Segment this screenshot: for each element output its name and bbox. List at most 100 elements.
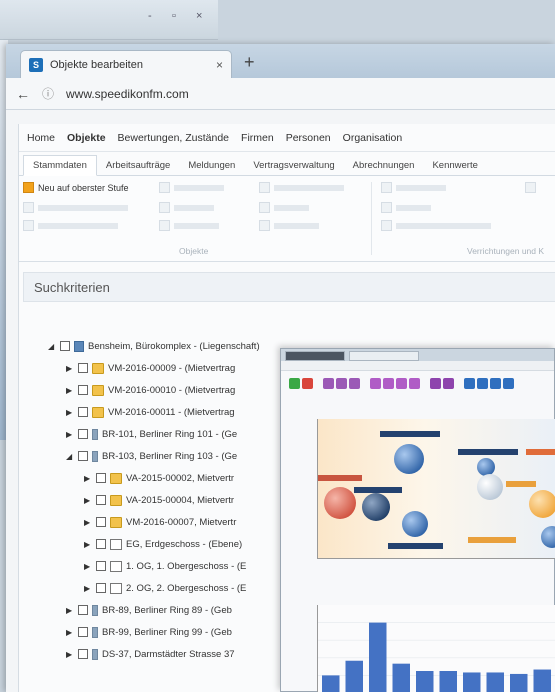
tree-checkbox[interactable] bbox=[78, 429, 88, 439]
search-criteria-header[interactable]: Suchkriterien bbox=[23, 272, 555, 302]
expand-arrow-icon[interactable]: ▶ bbox=[66, 364, 74, 373]
expand-arrow-icon[interactable]: ▶ bbox=[84, 540, 92, 549]
ribbon-panel: Neu auf oberster Stufe Objekte Verrichtu… bbox=[19, 176, 555, 262]
menu-item-objekte[interactable]: Objekte bbox=[67, 132, 106, 144]
tab-close-icon[interactable]: × bbox=[216, 58, 223, 72]
filter-icon[interactable] bbox=[323, 377, 334, 389]
tree-checkbox[interactable] bbox=[60, 341, 70, 351]
chart-bar bbox=[416, 671, 434, 692]
menu-item-firmen[interactable]: Firmen bbox=[241, 132, 274, 144]
view-icon[interactable] bbox=[383, 377, 394, 389]
minimize-icon[interactable]: - bbox=[148, 10, 152, 22]
tree-row[interactable]: ◢ Bensheim, Bürokomplex - (Liegenschaft) bbox=[48, 336, 260, 356]
back-arrow-icon[interactable]: ← bbox=[16, 86, 30, 102]
ribbon-disabled-button bbox=[23, 220, 118, 231]
chart-icon[interactable] bbox=[464, 377, 475, 389]
page-info-icon[interactable]: ⓘ bbox=[42, 85, 54, 102]
new-tab-button[interactable]: + bbox=[244, 52, 255, 73]
tree-checkbox[interactable] bbox=[78, 407, 88, 417]
tree-row[interactable]: ▶ 2. OG, 2. Obergeschoss - (E bbox=[84, 578, 246, 598]
analytics-tab-bar bbox=[281, 349, 554, 361]
ribbon-disabled-button bbox=[159, 182, 224, 193]
tree-row[interactable]: ▶ VA-2015-00002, Mietvertr bbox=[84, 468, 234, 488]
expand-arrow-icon[interactable]: ▶ bbox=[66, 408, 74, 417]
tab-title: Objekte bearbeiten bbox=[50, 58, 143, 71]
tree-checkbox[interactable] bbox=[96, 495, 106, 505]
expand-arrow-icon[interactable]: ▶ bbox=[66, 430, 74, 439]
tab-meldungen[interactable]: Meldungen bbox=[179, 156, 244, 175]
expand-arrow-icon[interactable]: ▶ bbox=[84, 518, 92, 527]
ribbon-disabled-button bbox=[23, 202, 128, 213]
tree-row[interactable]: ◢ BR-103, Berliner Ring 103 - (Ge bbox=[66, 446, 237, 466]
expand-arrow-icon[interactable]: ▶ bbox=[84, 562, 92, 571]
tree-checkbox[interactable] bbox=[96, 473, 106, 483]
menu-item-bewertungen[interactable]: Bewertungen, Zustände bbox=[118, 132, 230, 144]
property-icon bbox=[74, 340, 84, 352]
browser-tab[interactable]: S Objekte bearbeiten × bbox=[20, 50, 232, 78]
new-object-icon bbox=[23, 182, 34, 193]
tree-row[interactable]: ▶ BR-89, Berliner Ring 89 - (Geb bbox=[66, 600, 232, 620]
url-field[interactable]: www.speedikonfm.com bbox=[66, 87, 189, 101]
tree-row[interactable]: ▶ VM-2016-00007, Mietvertr bbox=[84, 512, 236, 532]
tree-row[interactable]: ▶ VM-2016-00011 - (Mietvertrag bbox=[66, 402, 235, 422]
view-icon[interactable] bbox=[396, 377, 407, 389]
chart-bar bbox=[463, 672, 481, 692]
tree-row[interactable]: ▶ 1. OG, 1. Obergeschoss - (E bbox=[84, 556, 246, 576]
filter-icon[interactable] bbox=[349, 377, 360, 389]
chart-icon[interactable] bbox=[477, 377, 488, 389]
tree-checkbox[interactable] bbox=[96, 539, 106, 549]
expand-arrow-icon[interactable]: ▶ bbox=[66, 628, 74, 637]
expand-arrow-icon[interactable]: ▶ bbox=[84, 474, 92, 483]
chart-icon[interactable] bbox=[503, 377, 514, 389]
new-top-level-button[interactable]: Neu auf oberster Stufe bbox=[23, 182, 129, 193]
tree-row[interactable]: ▶ BR-99, Berliner Ring 99 - (Geb bbox=[66, 622, 232, 642]
tree-checkbox[interactable] bbox=[78, 363, 88, 373]
tab-vertragsverwaltung[interactable]: Vertragsverwaltung bbox=[244, 156, 343, 175]
view-icon[interactable] bbox=[443, 377, 454, 389]
expand-arrow-icon[interactable]: ▶ bbox=[84, 584, 92, 593]
view-icon[interactable] bbox=[409, 377, 420, 389]
tree-checkbox[interactable] bbox=[78, 627, 88, 637]
tree-checkbox[interactable] bbox=[78, 605, 88, 615]
close-icon[interactable]: × bbox=[196, 10, 202, 22]
ribbon-disabled-button bbox=[159, 220, 219, 231]
contract-folder-icon bbox=[92, 384, 104, 396]
tree-row[interactable]: ▶ VA-2015-00004, Mietvertr bbox=[84, 490, 234, 510]
building-icon bbox=[92, 428, 98, 440]
tree-checkbox[interactable] bbox=[96, 517, 106, 527]
tree-checkbox[interactable] bbox=[78, 385, 88, 395]
tree-row[interactable]: ▶ DS-37, Darmstädter Strasse 37 bbox=[66, 644, 235, 664]
maximize-icon[interactable]: ▫ bbox=[172, 10, 176, 22]
tree-row[interactable]: ▶ VM-2016-00010 - (Mietvertrag bbox=[66, 380, 235, 400]
analytics-tab[interactable] bbox=[285, 351, 345, 361]
tree-checkbox[interactable] bbox=[78, 649, 88, 659]
expand-arrow-icon[interactable]: ▶ bbox=[66, 650, 74, 659]
collapse-arrow-icon[interactable]: ◢ bbox=[66, 452, 74, 461]
tree-checkbox[interactable] bbox=[96, 561, 106, 571]
bar-chart-svg bbox=[318, 622, 555, 692]
tree-checkbox[interactable] bbox=[96, 583, 106, 593]
tree-row[interactable]: ▶ EG, Erdgeschoss - (Ebene) bbox=[84, 534, 242, 554]
delete-icon[interactable] bbox=[302, 377, 313, 389]
expand-arrow-icon[interactable]: ▶ bbox=[84, 496, 92, 505]
menu-item-home[interactable]: Home bbox=[27, 132, 55, 144]
filter-icon[interactable] bbox=[336, 377, 347, 389]
expand-arrow-icon[interactable]: ▶ bbox=[66, 386, 74, 395]
tree-label: BR-101, Berliner Ring 101 - (Ge bbox=[102, 428, 238, 440]
tree-checkbox[interactable] bbox=[78, 451, 88, 461]
tree-row[interactable]: ▶ VM-2016-00009 - (Mietvertrag bbox=[66, 358, 235, 378]
view-icon[interactable] bbox=[430, 377, 441, 389]
analytics-tab[interactable] bbox=[349, 351, 419, 361]
view-icon[interactable] bbox=[370, 377, 381, 389]
tree-row[interactable]: ▶ BR-101, Berliner Ring 101 - (Ge bbox=[66, 424, 237, 444]
tab-arbeitsauftraege[interactable]: Arbeitsaufträge bbox=[97, 156, 179, 175]
tab-abrechnungen[interactable]: Abrechnungen bbox=[344, 156, 424, 175]
menu-item-personen[interactable]: Personen bbox=[286, 132, 331, 144]
tab-kennwerte[interactable]: Kennwerte bbox=[423, 156, 486, 175]
expand-arrow-icon[interactable]: ▶ bbox=[66, 606, 74, 615]
add-icon[interactable] bbox=[289, 377, 300, 389]
menu-item-organisation[interactable]: Organisation bbox=[343, 132, 403, 144]
collapse-arrow-icon[interactable]: ◢ bbox=[48, 342, 56, 351]
chart-icon[interactable] bbox=[490, 377, 501, 389]
tab-stammdaten[interactable]: Stammdaten bbox=[23, 155, 97, 176]
